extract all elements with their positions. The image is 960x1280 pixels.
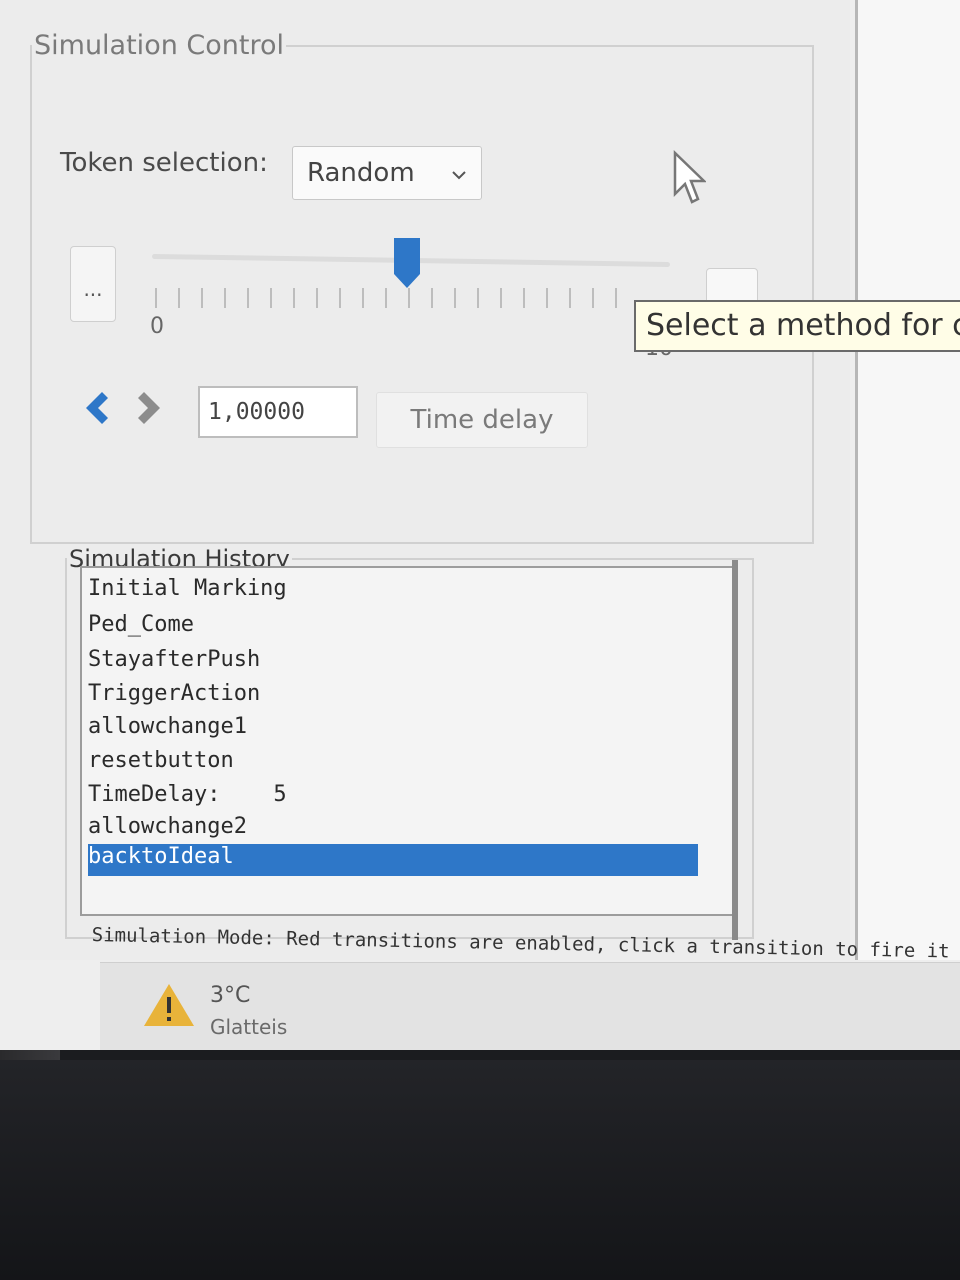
slider-tick [431,288,433,308]
list-item[interactable]: TimeDelay: 5 [88,782,287,807]
token-selection-label: Token selection: [60,148,268,178]
token-selection-value: Random [307,158,415,188]
slider-thumb-icon[interactable] [392,236,422,290]
taskbar: 3°C Glatteis [100,962,960,1050]
desk-surface [0,1060,960,1280]
slider-min-label: 0 [150,314,164,339]
tooltip: Select a method for c [634,300,960,352]
slider-tick [316,288,318,308]
slider-tick [339,288,341,308]
slider-tick [247,288,249,308]
list-item[interactable]: allowchange1 [88,714,247,739]
chevron-down-icon [451,161,467,186]
mouse-cursor-icon [673,150,706,204]
token-selection-dropdown[interactable]: Random [292,146,482,200]
slider-tick [454,288,456,308]
warning-icon[interactable] [142,981,196,1029]
slider-tick [362,288,364,308]
step-forward-icon[interactable] [134,388,170,428]
list-item[interactable]: TriggerAction [88,681,260,706]
slider-tick [293,288,295,308]
screen: Simulation Control Token selection: Rand… [0,0,960,1050]
list-item[interactable]: resetbutton [88,748,234,773]
slider-tick [615,288,617,308]
simulation-history-list[interactable]: Initial Marking Ped_Come StayafterPush T… [80,566,735,916]
slider-tick [178,288,180,308]
time-delay-input[interactable]: 1,00000 [198,386,358,438]
weather-description[interactable]: Glatteis [210,1015,287,1039]
time-delay-button[interactable]: Time delay [376,392,588,448]
slider-tick [408,288,410,308]
step-back-icon[interactable] [78,388,114,428]
list-item-selected[interactable]: backtoIdeal [88,844,698,876]
list-item[interactable]: StayafterPush [88,647,260,672]
list-item[interactable]: Initial Marking [88,576,287,601]
slider-tick [224,288,226,308]
weather-temperature[interactable]: 3°C [210,983,250,1008]
slider-ticks [155,288,625,312]
slider-tick [500,288,502,308]
slider-tick [592,288,594,308]
canvas-pane[interactable] [855,0,960,960]
slider-tick [523,288,525,308]
slider-tick [155,288,157,308]
slider-tick [201,288,203,308]
simulation-control-title: Simulation Control [34,30,285,61]
panel-divider[interactable] [732,560,738,940]
slider-tick [270,288,272,308]
more-options-button[interactable]: ... [70,246,116,322]
slider-tick [569,288,571,308]
slider-tick [477,288,479,308]
list-item[interactable]: Ped_Come [88,612,194,637]
simulation-control-group: Simulation Control [30,30,814,544]
list-item[interactable]: allowchange2 [88,814,247,839]
slider-tick [546,288,548,308]
slider-tick [385,288,387,308]
